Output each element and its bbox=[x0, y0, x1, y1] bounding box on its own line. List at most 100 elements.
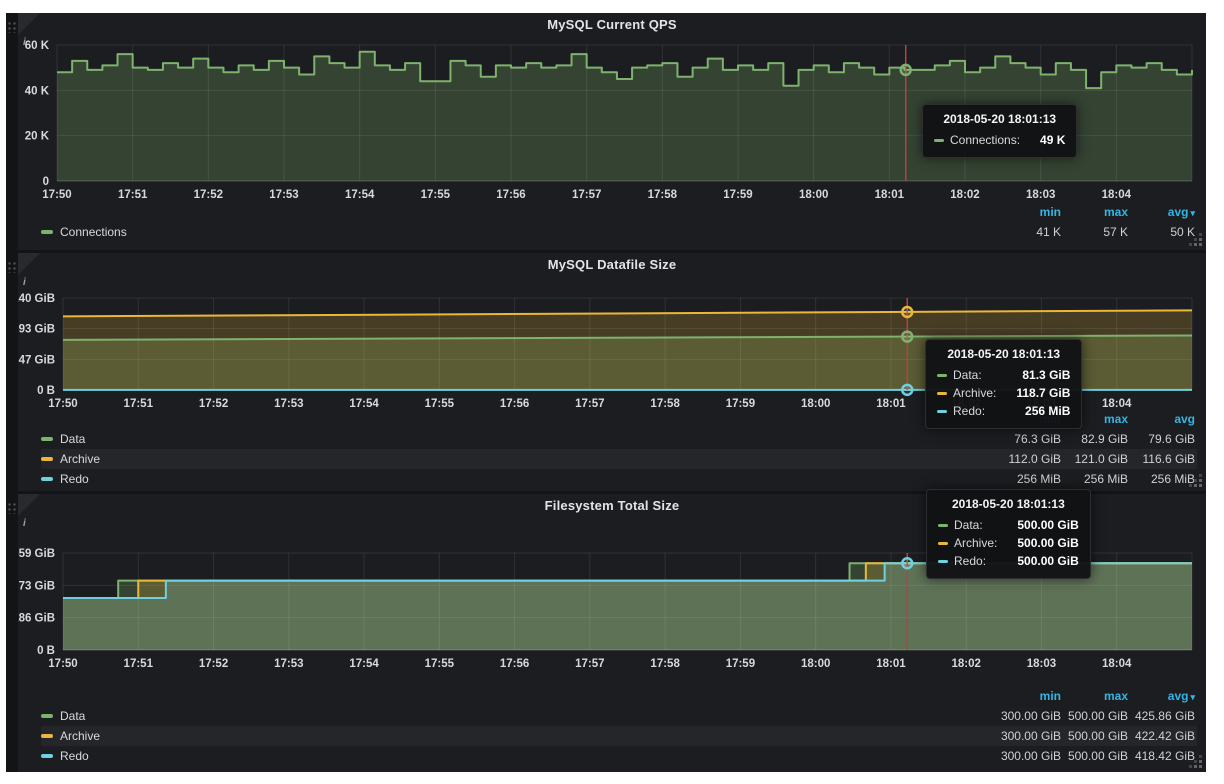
legend-avg-value: 422.42 GiB bbox=[1130, 729, 1197, 743]
legend-header-row: minmaxavg▾ bbox=[41, 202, 1197, 222]
x-axis-tick-label: 17:56 bbox=[500, 658, 529, 670]
legend-avg-value: 79.6 GiB bbox=[1130, 432, 1197, 446]
tooltip-series-row: Archive:118.7 GiB bbox=[937, 384, 1070, 402]
series-color-dash-icon bbox=[41, 754, 53, 758]
x-axis-tick-label: 17:54 bbox=[345, 189, 375, 201]
panel-resize-handle[interactable] bbox=[1199, 484, 1202, 487]
series-color-dash-icon bbox=[41, 230, 53, 234]
graph-tooltip-qps: 2018-05-20 18:01:13Connections:49 K bbox=[922, 104, 1077, 158]
legend-min-value: 300.00 GiB bbox=[996, 709, 1063, 723]
legend-sort-avg[interactable]: avg bbox=[1130, 412, 1197, 426]
legend-series-archive[interactable]: Archive bbox=[41, 452, 996, 466]
legend-sort-max[interactable]: max bbox=[1063, 205, 1130, 219]
legend-table: minmaxavg▾ Connections41 K57 K50 K bbox=[41, 202, 1197, 242]
legend-sort-avg[interactable]: avg▾ bbox=[1130, 205, 1197, 219]
x-axis-tick-label: 17:53 bbox=[274, 658, 303, 670]
legend-sort-min[interactable]: min bbox=[996, 205, 1063, 219]
x-axis-tick-label: 17:50 bbox=[48, 658, 77, 670]
x-axis-tick-label: 17:51 bbox=[118, 189, 148, 201]
legend-max-value: 500.00 GiB bbox=[1063, 729, 1130, 743]
panel-resize-handle[interactable] bbox=[1199, 243, 1202, 246]
legend-avg-value: 425.86 GiB bbox=[1130, 709, 1197, 723]
x-axis-tick-label: 17:51 bbox=[124, 658, 154, 670]
x-axis-tick-label: 17:50 bbox=[42, 189, 71, 201]
legend-min-value: 76.3 GiB bbox=[996, 432, 1063, 446]
y-axis-tick-label: 0 B bbox=[37, 645, 55, 657]
legend-series-row: Redo300.00 GiB500.00 GiB418.42 GiB bbox=[41, 746, 1197, 766]
legend-series-redo[interactable]: Redo bbox=[41, 472, 996, 486]
legend-max-value: 57 K bbox=[1063, 225, 1130, 239]
tooltip-series-value: 49 K bbox=[1026, 131, 1065, 149]
x-axis-tick-label: 18:01 bbox=[876, 658, 906, 670]
series-color-dash-icon bbox=[938, 560, 948, 563]
legend-series-archive[interactable]: Archive bbox=[41, 729, 996, 743]
legend-min-value: 256 MiB bbox=[996, 472, 1063, 486]
crosshair-point-marker bbox=[902, 332, 912, 342]
grafana-dashboard-page: i MySQL Current QPS 60 K40 K20 K017:5017… bbox=[0, 0, 1224, 784]
legend-min-value: 300.00 GiB bbox=[996, 749, 1063, 763]
y-axis-tick-label: 20 K bbox=[25, 131, 50, 143]
legend-series-row: Redo256 MiB256 MiB256 MiB bbox=[41, 469, 1197, 489]
series-color-dash-icon bbox=[41, 437, 53, 441]
tooltip-series-value: 500.00 GiB bbox=[1003, 552, 1078, 570]
tooltip-series-label: Connections: bbox=[950, 131, 1020, 149]
x-axis-tick-label: 17:58 bbox=[650, 658, 680, 670]
tooltip-series-row: Connections: 49 K bbox=[934, 131, 1065, 149]
tooltip-series-value: 500.00 GiB bbox=[1003, 534, 1078, 552]
tooltip-series-value: 118.7 GiB bbox=[1002, 384, 1070, 402]
tooltip-series-row: Redo:500.00 GiB bbox=[938, 552, 1079, 570]
panel-resize-handle[interactable] bbox=[1199, 765, 1202, 768]
legend-min-value: 112.0 GiB bbox=[996, 452, 1063, 466]
y-axis-tick-label: 93 GiB bbox=[19, 324, 55, 336]
legend-series-data[interactable]: Data bbox=[41, 432, 996, 446]
x-axis-tick-label: 18:02 bbox=[951, 658, 980, 670]
tooltip-series-row: Data:81.3 GiB bbox=[937, 366, 1070, 384]
legend-sort-min[interactable]: min bbox=[996, 689, 1063, 703]
x-axis-tick-label: 17:54 bbox=[349, 658, 379, 670]
y-axis-tick-label: 0 B bbox=[37, 385, 55, 397]
legend-series-redo[interactable]: Redo bbox=[41, 749, 996, 763]
x-axis-tick-label: 17:55 bbox=[425, 658, 455, 670]
legend-header-row: minmaxavg▾ bbox=[41, 686, 1197, 706]
panel-drag-grip[interactable] bbox=[7, 21, 16, 33]
tooltip-series-value: 256 MiB bbox=[1011, 402, 1070, 420]
crosshair-point-marker bbox=[901, 65, 911, 75]
tooltip-series-label: Data: bbox=[953, 366, 982, 384]
legend-table: minmaxavg▾Data300.00 GiB500.00 GiB425.86… bbox=[41, 686, 1197, 766]
graph-tooltip-datafile: 2018-05-20 18:01:13Data:81.3 GiBArchive:… bbox=[925, 339, 1082, 429]
y-axis-tick-label: 140 GiB bbox=[18, 293, 55, 305]
panel-drag-grip[interactable] bbox=[7, 261, 16, 273]
x-axis-tick-label: 17:53 bbox=[269, 189, 298, 201]
x-axis-tick-label: 18:04 bbox=[1102, 189, 1132, 201]
legend-avg-value: 256 MiB bbox=[1130, 472, 1197, 486]
tooltip-series-row: Data:500.00 GiB bbox=[938, 516, 1079, 534]
tooltip-series-label: Archive: bbox=[954, 534, 997, 552]
graph-tooltip-filesystem: 2018-05-20 18:01:13Data:500.00 GiBArchiv… bbox=[926, 489, 1091, 579]
legend-series-row: Archive300.00 GiB500.00 GiB422.42 GiB bbox=[41, 726, 1197, 746]
x-axis-tick-label: 17:57 bbox=[575, 658, 604, 670]
legend-avg-value: 418.42 GiB bbox=[1130, 749, 1197, 763]
series-color-dash-icon bbox=[938, 542, 948, 545]
legend-sort-max[interactable]: max bbox=[1063, 689, 1130, 703]
panel-drag-grip[interactable] bbox=[7, 502, 16, 514]
legend-min-value: 41 K bbox=[996, 225, 1063, 239]
legend-avg-value: 116.6 GiB bbox=[1130, 452, 1197, 466]
x-axis-tick-label: 18:02 bbox=[950, 189, 979, 201]
sort-caret-icon: ▾ bbox=[1190, 692, 1195, 702]
y-axis-tick-label: 186 GiB bbox=[18, 613, 55, 625]
legend-sort-avg[interactable]: avg▾ bbox=[1130, 689, 1197, 703]
legend-max-value: 500.00 GiB bbox=[1063, 709, 1130, 723]
x-axis-tick-label: 17:55 bbox=[421, 189, 451, 201]
legend-series-row: Archive112.0 GiB121.0 GiB116.6 GiB bbox=[41, 449, 1197, 469]
legend-series-row: Data300.00 GiB500.00 GiB425.86 GiB bbox=[41, 706, 1197, 726]
tooltip-series-label: Redo: bbox=[953, 402, 985, 420]
x-axis-tick-label: 17:52 bbox=[194, 189, 223, 201]
legend-max-value: 82.9 GiB bbox=[1063, 432, 1130, 446]
legend-series-connections[interactable]: Connections bbox=[41, 225, 996, 239]
legend-series-data[interactable]: Data bbox=[41, 709, 996, 723]
legend-avg-value: 50 K bbox=[1130, 225, 1197, 239]
series-color-dash-icon bbox=[934, 139, 944, 142]
x-axis-tick-label: 17:59 bbox=[726, 658, 755, 670]
series-color-dash-icon bbox=[937, 374, 947, 377]
series-color-dash-icon bbox=[937, 392, 947, 395]
